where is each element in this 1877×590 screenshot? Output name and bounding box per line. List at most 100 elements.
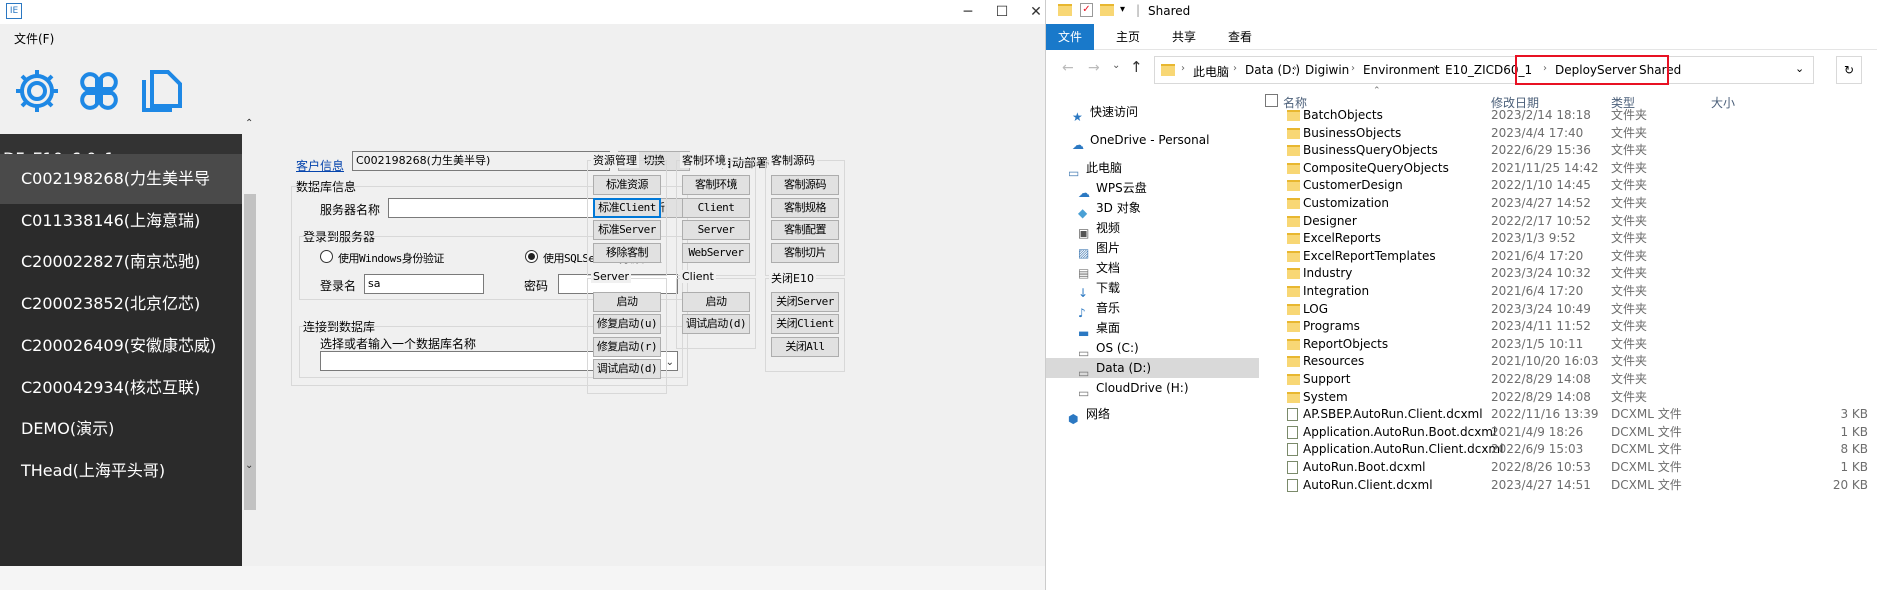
file-row[interactable]: Industry 2023/3/24 10:32 文件夹 xyxy=(1259,265,1877,283)
custom-env-button[interactable]: 客制环境 xyxy=(682,175,750,195)
up-icon[interactable]: ↑ xyxy=(1130,58,1143,76)
select-all-checkbox[interactable] xyxy=(1265,94,1278,107)
file-row[interactable]: ReportObjects 2023/1/5 10:11 文件夹 xyxy=(1259,336,1877,354)
file-row[interactable]: CompositeQueryObjects 2021/11/25 14:42 文件夹 xyxy=(1259,160,1877,178)
file-row[interactable]: AutoRun.Boot.dcxml 2022/8/26 10:53 DCXML 文… xyxy=(1259,459,1877,477)
list-scrollbar[interactable]: ⌃ ⌄ xyxy=(242,118,258,566)
recent-dropdown-icon[interactable]: ⌄ xyxy=(1112,60,1120,71)
breadcrumb-separator-icon[interactable]: › xyxy=(1351,63,1355,74)
custom-env-button[interactable]: Client xyxy=(682,198,750,218)
back-icon[interactable]: ← xyxy=(1062,60,1074,76)
nav-item[interactable]: ♪ 音乐 xyxy=(1046,298,1259,320)
horizontal-scrollbar[interactable] xyxy=(0,566,1045,590)
refresh-icon[interactable]: ↻ xyxy=(1836,56,1862,84)
breadcrumb-separator-icon[interactable]: › xyxy=(1433,63,1437,74)
file-row[interactable]: AutoRun.Client.dcxml 2023/4/27 14:51 DCXML… xyxy=(1259,477,1877,495)
nav-item[interactable]: ▣ 视频 xyxy=(1046,218,1259,240)
chevron-down-icon[interactable]: ⌄ xyxy=(1795,62,1804,75)
nav-item[interactable]: ▭ CloudDrive (H:) xyxy=(1046,378,1259,400)
breadcrumb-separator-icon[interactable]: › xyxy=(1293,63,1297,74)
files-icon[interactable] xyxy=(136,66,186,116)
quick-access-dropdown-icon[interactable]: ▾ xyxy=(1120,4,1125,15)
custom-src-button[interactable]: 客制源码 xyxy=(771,175,839,195)
close-button[interactable]: 关闭All xyxy=(771,337,839,357)
file-row[interactable]: AP.SBEP.AutoRun.Client.dcxml 2022/11/16 1… xyxy=(1259,406,1877,424)
resource-button[interactable]: 标准Client xyxy=(593,198,661,218)
server-button[interactable]: 调试启动(d) xyxy=(593,359,661,379)
resource-button[interactable]: 移除客制 xyxy=(593,243,661,263)
nav-item[interactable]: ◆ 3D 对象 xyxy=(1046,198,1259,220)
nav-item[interactable]: ☁ OneDrive - Personal xyxy=(1046,130,1259,152)
file-row[interactable]: Integration 2021/6/4 17:20 文件夹 xyxy=(1259,283,1877,301)
tab-home[interactable]: 主页 xyxy=(1104,24,1152,50)
scroll-down-icon[interactable]: ⌄ xyxy=(245,460,253,471)
tab-view[interactable]: 查看 xyxy=(1216,24,1264,50)
nav-item[interactable]: ★ 快速访问 xyxy=(1046,102,1259,124)
breadcrumb-separator-icon[interactable]: › xyxy=(1233,63,1237,74)
nav-item[interactable]: ▭ Data (D:) xyxy=(1046,358,1259,380)
nav-item[interactable]: ▬ 桌面 xyxy=(1046,318,1259,340)
list-item[interactable]: THead(上海平头哥) xyxy=(0,446,242,496)
scroll-up-icon[interactable]: ⌃ xyxy=(245,118,253,129)
auth-sql-radio[interactable] xyxy=(525,250,538,263)
file-row[interactable]: Customization 2023/4/27 14:52 文件夹 xyxy=(1259,195,1877,213)
file-row[interactable]: System 2022/8/29 14:08 文件夹 xyxy=(1259,389,1877,407)
client-button[interactable]: 启动 xyxy=(682,292,750,312)
file-row[interactable]: ExcelReportTemplates 2021/6/4 17:20 文件夹 xyxy=(1259,248,1877,266)
tab-share[interactable]: 共享 xyxy=(1160,24,1208,50)
breadcrumb-item[interactable]: 此电脑 xyxy=(1193,63,1229,80)
resource-button[interactable]: 标准资源 xyxy=(593,175,661,195)
nav-item[interactable]: ⬢ 网络 xyxy=(1046,404,1259,426)
tab-file[interactable]: 文件 xyxy=(1046,24,1095,50)
custom-src-button[interactable]: 客制切片 xyxy=(771,243,839,263)
gear-icon[interactable] xyxy=(12,66,62,116)
forward-icon[interactable]: → xyxy=(1088,60,1100,76)
clover-icon[interactable] xyxy=(74,66,124,116)
breadcrumb-item[interactable]: Environment xyxy=(1363,63,1440,77)
server-button[interactable]: 修复启动(r) xyxy=(593,337,661,357)
file-row[interactable]: Resources 2021/10/20 16:03 文件夹 xyxy=(1259,353,1877,371)
nav-item[interactable]: ↓ 下载 xyxy=(1046,278,1259,300)
close-button[interactable]: ✕ xyxy=(1026,2,1046,22)
customer-info-link[interactable]: 客户信息 xyxy=(296,157,344,174)
nav-item[interactable]: ▭ OS (C:) xyxy=(1046,338,1259,360)
file-row[interactable]: LOG 2023/3/24 10:49 文件夹 xyxy=(1259,301,1877,319)
nav-item[interactable]: ▭ 此电脑 xyxy=(1046,158,1259,180)
customer-field[interactable]: C002198268(力生美半导) xyxy=(352,151,610,171)
nav-item[interactable]: ▤ 文档 xyxy=(1046,258,1259,280)
breadcrumb-item[interactable]: Data (D:) xyxy=(1245,63,1300,77)
breadcrumb-separator-icon[interactable]: › xyxy=(1181,63,1185,74)
file-row[interactable]: Programs 2023/4/11 11:52 文件夹 xyxy=(1259,318,1877,336)
new-folder-icon[interactable] xyxy=(1100,4,1114,16)
custom-env-button[interactable]: Server xyxy=(682,220,750,240)
close-button[interactable]: 关闭Client xyxy=(771,314,839,334)
auth-windows-radio[interactable] xyxy=(320,250,333,263)
custom-src-button[interactable]: 客制规格 xyxy=(771,198,839,218)
nav-item[interactable]: ▨ 图片 xyxy=(1046,238,1259,260)
maximize-button[interactable]: ☐ xyxy=(992,2,1012,22)
nav-item[interactable]: ☁ WPS云盘 xyxy=(1046,178,1259,200)
custom-src-button[interactable]: 客制配置 xyxy=(771,220,839,240)
file-row[interactable]: BusinessQueryObjects 2022/6/29 15:36 文件夹 xyxy=(1259,142,1877,160)
file-row[interactable]: CustomerDesign 2022/1/10 14:45 文件夹 xyxy=(1259,177,1877,195)
file-row[interactable]: BusinessObjects 2023/4/4 17:40 文件夹 xyxy=(1259,125,1877,143)
custom-env-button[interactable]: WebServer xyxy=(682,243,750,263)
file-row[interactable]: Application.AutoRun.Boot.dcxml 2021/4/9 1… xyxy=(1259,424,1877,442)
minimize-button[interactable]: ─ xyxy=(958,2,978,22)
file-row[interactable]: Application.AutoRun.Client.dcxml 2022/6/9… xyxy=(1259,441,1877,459)
file-row[interactable]: Designer 2022/2/17 10:52 文件夹 xyxy=(1259,213,1877,231)
close-button[interactable]: 关闭Server xyxy=(771,292,839,312)
file-row[interactable]: ExcelReports 2023/1/3 9:52 文件夹 xyxy=(1259,230,1877,248)
menu-file[interactable]: 文件(F) xyxy=(14,32,54,46)
address-bar[interactable]: 此电脑 › Data (D:) › Digiwin › Environment › E10_ZI… xyxy=(1154,55,1814,85)
server-button[interactable]: 修复启动(u) xyxy=(593,314,661,334)
properties-icon[interactable]: ✓ xyxy=(1080,3,1093,17)
resource-button[interactable]: 标准Server xyxy=(593,220,661,240)
login-name-input[interactable]: sa xyxy=(364,274,484,294)
server-button[interactable]: 启动 xyxy=(593,292,661,312)
client-button[interactable]: 调试启动(d) xyxy=(682,314,750,334)
file-row[interactable]: Support 2022/8/29 14:08 文件夹 xyxy=(1259,371,1877,389)
breadcrumb-item[interactable]: Digiwin xyxy=(1305,63,1349,77)
server-name-select[interactable]: ⌄ xyxy=(388,198,610,218)
file-row[interactable]: BatchObjects 2023/2/14 18:18 文件夹 xyxy=(1259,107,1877,125)
